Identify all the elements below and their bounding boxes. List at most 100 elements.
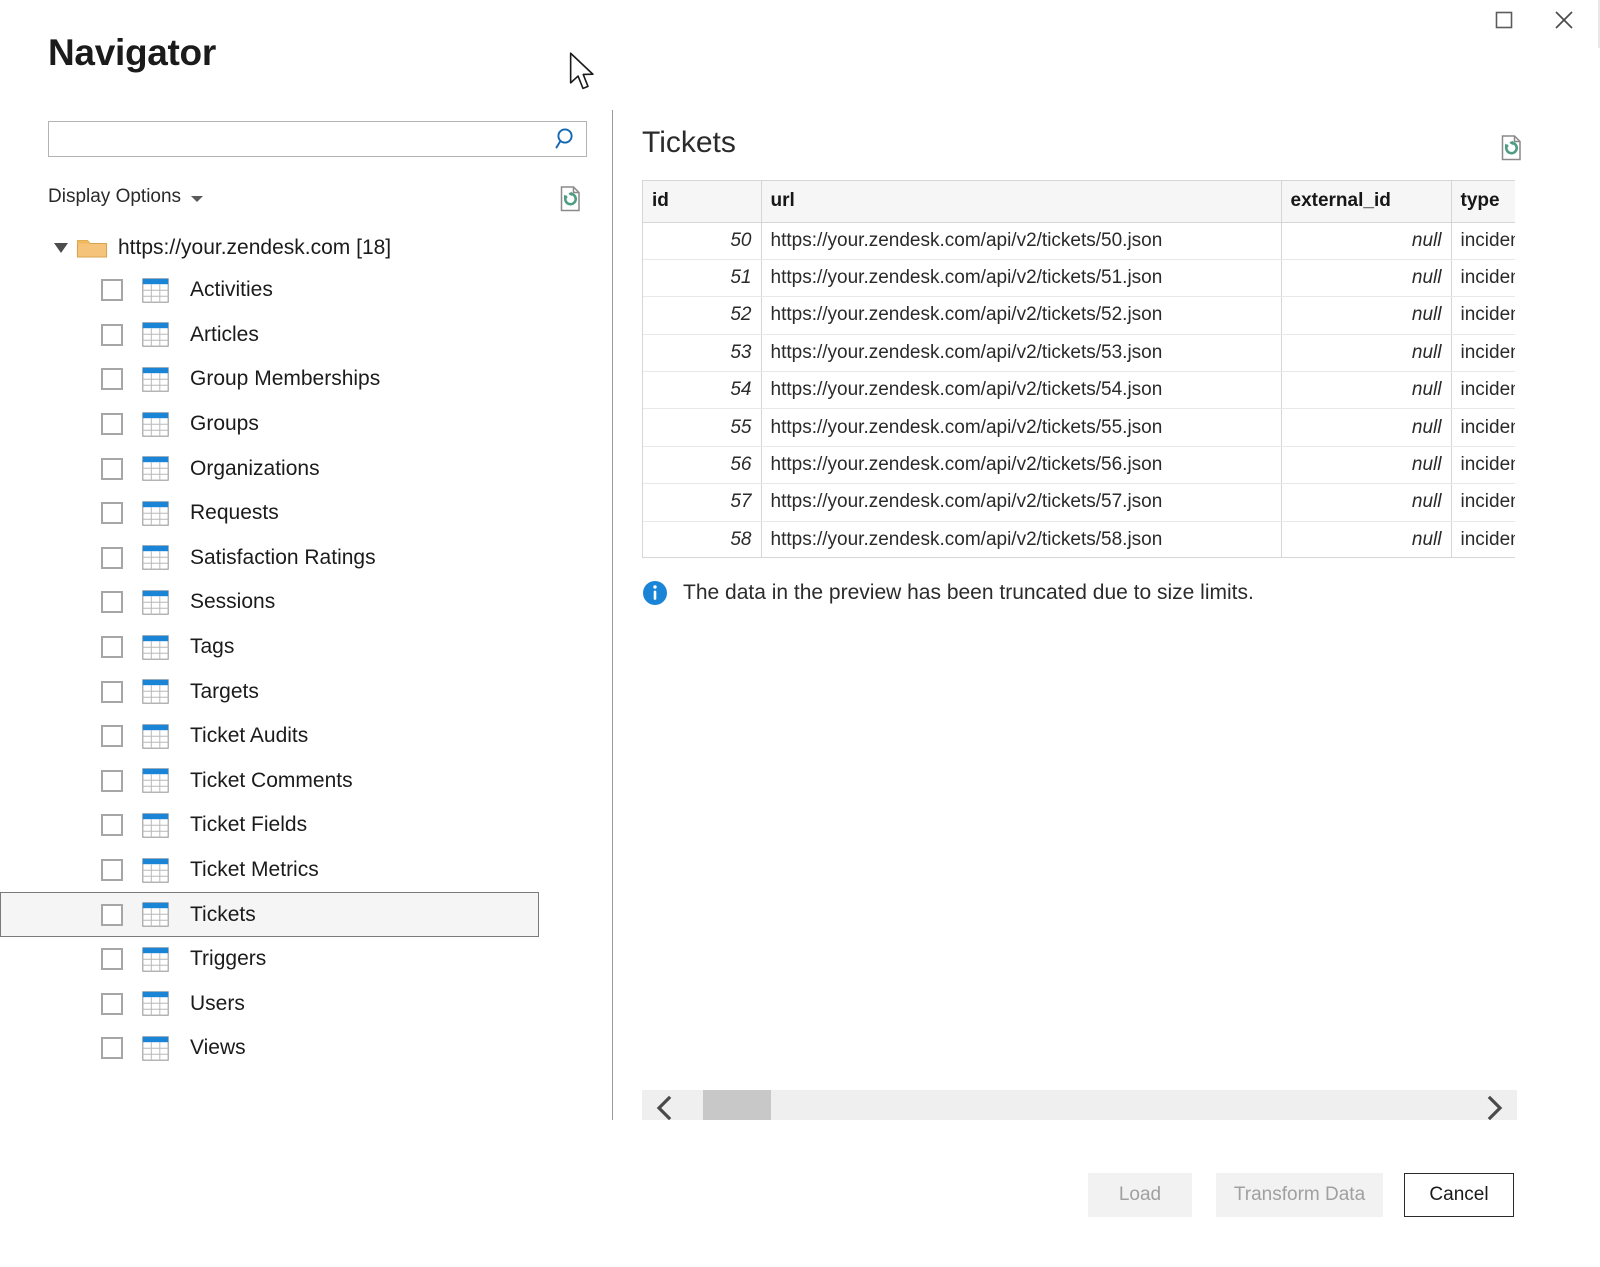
- page-title: Navigator: [48, 30, 216, 76]
- tree-item-ticket-fields[interactable]: Ticket Fields: [48, 803, 587, 848]
- tree-item-checkbox[interactable]: [101, 859, 123, 881]
- table-row[interactable]: 58https://your.zendesk.com/api/v2/ticket…: [643, 521, 1515, 558]
- cell-type: inciden: [1451, 222, 1515, 259]
- tree-item-checkbox[interactable]: [101, 948, 123, 970]
- refresh-preview-button-right[interactable]: [1494, 131, 1528, 165]
- tree-item-checkbox[interactable]: [101, 368, 123, 390]
- cell-url: https://your.zendesk.com/api/v2/tickets/…: [761, 409, 1281, 446]
- table-icon: [142, 501, 169, 526]
- expand-collapse-toggle[interactable]: [48, 228, 74, 268]
- close-button[interactable]: [1536, 0, 1592, 40]
- tree-item-label: Tickets: [190, 903, 256, 927]
- maximize-icon: [1494, 10, 1514, 30]
- tree-item-activities[interactable]: Activities: [48, 268, 587, 313]
- table-icon: [142, 679, 169, 704]
- tree-item-label: Articles: [190, 323, 259, 347]
- table-row[interactable]: 56https://your.zendesk.com/api/v2/ticket…: [643, 446, 1515, 483]
- folder-icon: [74, 235, 110, 261]
- tree-item-requests[interactable]: Requests: [48, 491, 587, 536]
- column-header-url[interactable]: url: [761, 181, 1281, 222]
- tree-item-groups[interactable]: Groups: [48, 402, 587, 447]
- table-row[interactable]: 52https://your.zendesk.com/api/v2/ticket…: [643, 297, 1515, 334]
- tree-item-checkbox[interactable]: [101, 591, 123, 613]
- tree-item-sessions[interactable]: Sessions: [48, 580, 587, 625]
- table-row[interactable]: 55https://your.zendesk.com/api/v2/ticket…: [643, 409, 1515, 446]
- cell-type: inciden: [1451, 334, 1515, 371]
- tree-item-checkbox[interactable]: [101, 993, 123, 1015]
- tree-item-checkbox[interactable]: [101, 725, 123, 747]
- transform-data-button[interactable]: Transform Data: [1216, 1173, 1383, 1217]
- tree-item-checkbox[interactable]: [101, 458, 123, 480]
- cell-url: https://your.zendesk.com/api/v2/tickets/…: [761, 222, 1281, 259]
- tree-item-label: Groups: [190, 412, 259, 436]
- refresh-preview-icon: [1494, 131, 1528, 165]
- tree-item-tags[interactable]: Tags: [48, 625, 587, 670]
- tree-item-checkbox[interactable]: [101, 413, 123, 435]
- cell-type: inciden: [1451, 521, 1515, 558]
- tree-item-checkbox[interactable]: [101, 636, 123, 658]
- tree-item-checkbox[interactable]: [101, 1037, 123, 1059]
- cancel-button[interactable]: Cancel: [1404, 1173, 1514, 1217]
- tree-item-tickets[interactable]: Tickets: [0, 892, 539, 937]
- search-icon[interactable]: [548, 122, 586, 156]
- table-icon: [142, 991, 169, 1016]
- cell-type: inciden: [1451, 259, 1515, 296]
- table-icon: [142, 947, 169, 972]
- table-icon: [142, 456, 169, 481]
- navigator-dialog: Navigator Display Options: [0, 0, 1600, 1267]
- column-header-id[interactable]: id: [643, 181, 761, 222]
- tree-item-checkbox[interactable]: [101, 770, 123, 792]
- tree-item-label: Ticket Fields: [190, 813, 307, 837]
- tree-root-label: https://your.zendesk.com [18]: [110, 236, 391, 260]
- tree-item-checkbox[interactable]: [101, 904, 123, 926]
- tree-item-label: Requests: [190, 501, 279, 525]
- tree-item-ticket-comments[interactable]: Ticket Comments: [48, 759, 587, 804]
- table-row[interactable]: 57https://your.zendesk.com/api/v2/ticket…: [643, 484, 1515, 521]
- cell-url: https://your.zendesk.com/api/v2/tickets/…: [761, 334, 1281, 371]
- cell-id: 53: [643, 334, 761, 371]
- search-box[interactable]: [48, 121, 587, 157]
- table-row[interactable]: 51https://your.zendesk.com/api/v2/ticket…: [643, 259, 1515, 296]
- tree-item-label: Ticket Audits: [190, 724, 308, 748]
- mouse-cursor: [568, 52, 598, 94]
- table-icon: [142, 902, 169, 927]
- tree-item-checkbox[interactable]: [101, 681, 123, 703]
- cell-external-id: null: [1281, 446, 1451, 483]
- load-button[interactable]: Load: [1088, 1173, 1192, 1217]
- tree-item-checkbox[interactable]: [101, 814, 123, 836]
- triangle-down-icon: [54, 243, 68, 253]
- table-icon: [142, 367, 169, 392]
- tree-item-users[interactable]: Users: [48, 982, 587, 1027]
- chevron-right-icon: [1484, 1095, 1504, 1121]
- table-icon: [142, 1036, 169, 1061]
- tree-item-views[interactable]: Views: [48, 1026, 587, 1071]
- tree-item-checkbox[interactable]: [101, 502, 123, 524]
- cell-id: 56: [643, 446, 761, 483]
- cell-id: 50: [643, 222, 761, 259]
- table-row[interactable]: 50https://your.zendesk.com/api/v2/ticket…: [643, 222, 1515, 259]
- tree-item-targets[interactable]: Targets: [48, 669, 587, 714]
- cell-external-id: null: [1281, 222, 1451, 259]
- refresh-preview-button-left[interactable]: [553, 182, 587, 216]
- tree-item-label: Users: [190, 992, 245, 1016]
- tree-item-group-memberships[interactable]: Group Memberships: [48, 357, 587, 402]
- tree-item-organizations[interactable]: Organizations: [48, 446, 587, 491]
- tree-item-triggers[interactable]: Triggers: [48, 937, 587, 982]
- tree-root-node[interactable]: https://your.zendesk.com [18]: [48, 228, 587, 268]
- tree-item-ticket-metrics[interactable]: Ticket Metrics: [48, 848, 587, 893]
- tree-item-checkbox[interactable]: [101, 324, 123, 346]
- column-header-type[interactable]: type: [1451, 181, 1515, 222]
- tree-item-articles[interactable]: Articles: [48, 313, 587, 358]
- column-header-external-id[interactable]: external_id: [1281, 181, 1451, 222]
- display-options-dropdown[interactable]: Display Options: [48, 186, 203, 208]
- truncation-notice: The data in the preview has been truncat…: [642, 580, 1254, 606]
- table-row[interactable]: 53https://your.zendesk.com/api/v2/ticket…: [643, 334, 1515, 371]
- tree-item-ticket-audits[interactable]: Ticket Audits: [48, 714, 587, 759]
- tree-item-checkbox[interactable]: [101, 547, 123, 569]
- table-row[interactable]: 54https://your.zendesk.com/api/v2/ticket…: [643, 372, 1515, 409]
- tree-item-checkbox[interactable]: [101, 279, 123, 301]
- tree-item-satisfaction-ratings[interactable]: Satisfaction Ratings: [48, 536, 587, 581]
- search-input[interactable]: [49, 122, 548, 156]
- maximize-button[interactable]: [1476, 0, 1532, 40]
- cell-id: 58: [643, 521, 761, 558]
